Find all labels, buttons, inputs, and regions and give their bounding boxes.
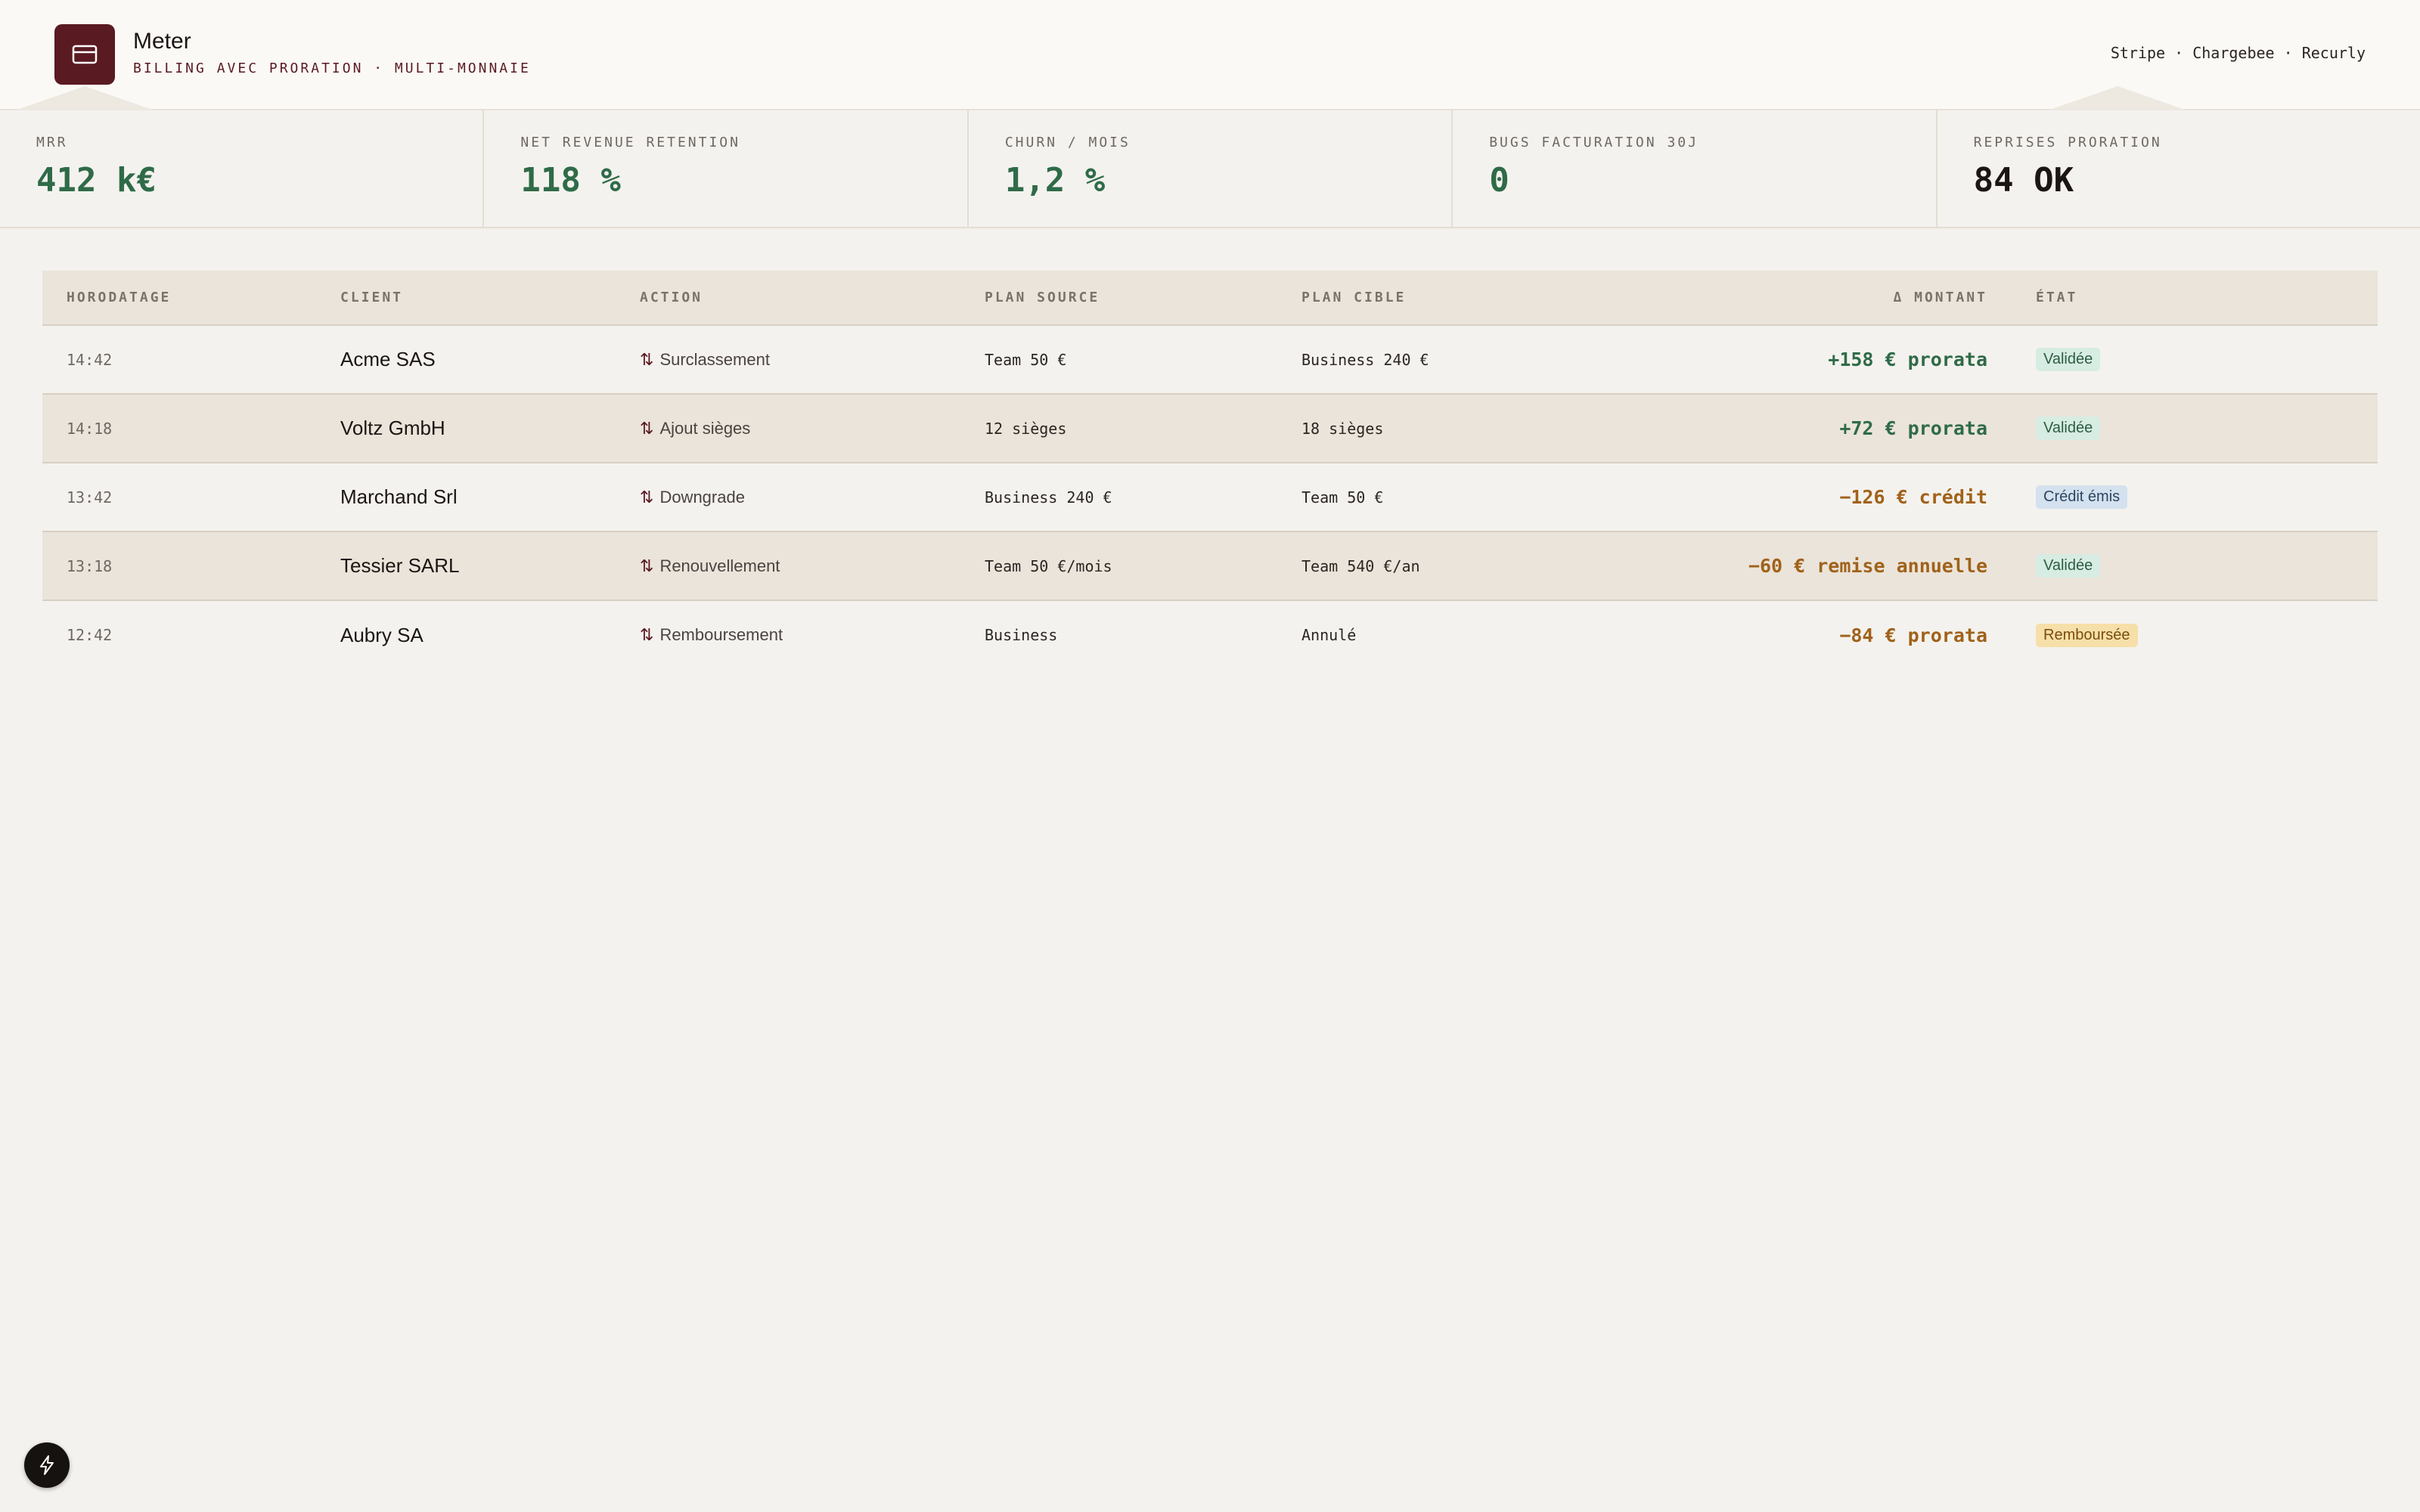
action-label: Ajout sièges xyxy=(659,418,751,438)
kpi-proration-replays: REPRISES PRORATION 84 OK xyxy=(1938,110,2420,227)
column-header-action[interactable]: ACTION xyxy=(616,271,960,326)
kpi-bar: MRR 412 k€ NET REVENUE RETENTION 118 % C… xyxy=(0,110,2420,228)
cell-target-plan: Business 240 € xyxy=(1302,350,1429,369)
cell-timestamp: 13:42 xyxy=(67,488,113,507)
table-row[interactable]: 14:18 Voltz GmbH ⇅ Ajout sièges 12 sièges… xyxy=(42,394,2378,463)
header-decoration xyxy=(2048,86,2187,110)
column-header-amount-delta[interactable]: Δ MONTANT xyxy=(1594,271,2012,326)
header-decoration xyxy=(15,86,154,110)
cell-client: Marchand Srl xyxy=(340,485,458,508)
action-label: Remboursement xyxy=(659,625,783,644)
column-header-target-plan[interactable]: PLAN CIBLE xyxy=(1277,271,1594,326)
kpi-value: 412 k€ xyxy=(36,161,157,200)
app-title: Meter xyxy=(133,29,191,54)
app-logo[interactable] xyxy=(54,24,115,85)
column-header-client[interactable]: CLIENT xyxy=(316,271,616,326)
kpi-mrr: MRR 412 k€ xyxy=(0,110,485,227)
swap-vertical-icon: ⇅ xyxy=(640,350,654,370)
cell-timestamp: 14:18 xyxy=(67,419,113,438)
cell-target-plan: Team 540 €/an xyxy=(1302,556,1420,575)
status-badge: Validée xyxy=(2036,554,2101,578)
status-badge: Remboursée xyxy=(2036,623,2138,647)
cell-action: ⇅ Renouvellement xyxy=(616,531,960,600)
cell-amount-delta: −84 € prorata xyxy=(1839,624,1987,646)
swap-vertical-icon: ⇅ xyxy=(640,626,654,645)
cell-timestamp: 12:42 xyxy=(67,626,113,644)
status-badge: Crédit émis xyxy=(2036,485,2128,509)
column-header-timestamp[interactable]: HORODATAGE xyxy=(42,271,316,326)
kpi-value: 84 OK xyxy=(1973,161,2074,200)
action-label: Downgrade xyxy=(659,487,745,507)
lightning-icon xyxy=(40,1455,54,1475)
kpi-label: REPRISES PRORATION xyxy=(1973,135,2162,150)
table-row[interactable]: 14:42 Acme SAS ⇅ Surclassement Team 50 € … xyxy=(42,325,2378,394)
table-row[interactable]: 12:42 Aubry SA ⇅ Remboursement Business A… xyxy=(42,600,2378,669)
kpi-value: 118 % xyxy=(520,161,621,200)
cell-target-plan: Team 50 € xyxy=(1302,488,1384,507)
cell-action: ⇅ Downgrade xyxy=(616,463,960,531)
kpi-label: NET REVENUE RETENTION xyxy=(520,135,740,150)
app-subtitle: BILLING AVEC PRORATION · MULTI-MONNAIE xyxy=(133,60,531,76)
kpi-label: CHURN / MOIS xyxy=(1004,135,1131,150)
cell-action: ⇅ Surclassement xyxy=(616,325,960,394)
cell-status: Remboursée xyxy=(2012,600,2378,669)
cell-amount-delta: +72 € prorata xyxy=(1839,417,1987,439)
cell-status: Validée xyxy=(2012,394,2378,463)
kpi-nrr: NET REVENUE RETENTION 118 % xyxy=(484,110,969,227)
quick-action-button[interactable] xyxy=(24,1442,70,1488)
cell-action: ⇅ Remboursement xyxy=(616,600,960,669)
cell-amount-delta: +158 € prorata xyxy=(1828,349,1987,370)
table-row[interactable]: 13:18 Tessier SARL ⇅ Renouvellement Team … xyxy=(42,531,2378,600)
kpi-value: 0 xyxy=(1489,161,1509,200)
cell-action: ⇅ Ajout sièges xyxy=(616,394,960,463)
cell-client: Voltz GmbH xyxy=(340,417,445,439)
cell-timestamp: 13:18 xyxy=(67,556,113,575)
action-label: Renouvellement xyxy=(659,556,780,575)
app-header: Meter BILLING AVEC PRORATION · MULTI-MON… xyxy=(0,0,2420,110)
cell-source-plan: 12 sièges xyxy=(985,419,1067,438)
cell-source-plan: Business 240 € xyxy=(985,488,1112,507)
kpi-label: BUGS FACTURATION 30J xyxy=(1489,135,1699,150)
swap-vertical-icon: ⇅ xyxy=(640,419,654,438)
column-header-status[interactable]: ÉTAT xyxy=(2012,271,2378,326)
events-table: HORODATAGE CLIENT ACTION PLAN SOURCE PLA… xyxy=(42,271,2378,669)
status-badge: Validée xyxy=(2036,348,2101,371)
cell-target-plan: Annulé xyxy=(1302,626,1357,644)
cell-target-plan: 18 sièges xyxy=(1302,419,1384,438)
cell-timestamp: 14:42 xyxy=(67,350,113,369)
cell-source-plan: Business xyxy=(985,626,1058,644)
events-table-container: HORODATAGE CLIENT ACTION PLAN SOURCE PLA… xyxy=(42,271,2378,669)
kpi-value: 1,2 % xyxy=(1004,161,1106,200)
cell-client: Aubry SA xyxy=(340,623,424,646)
cell-source-plan: Team 50 € xyxy=(985,350,1067,369)
table-header-row: HORODATAGE CLIENT ACTION PLAN SOURCE PLA… xyxy=(42,271,2378,326)
cell-client: Acme SAS xyxy=(340,348,436,370)
providers-list: Stripe · Chargebee · Recurly xyxy=(2110,44,2366,62)
action-label: Surclassement xyxy=(659,349,770,369)
swap-vertical-icon: ⇅ xyxy=(640,556,654,576)
cell-status: Validée xyxy=(2012,325,2378,394)
table-row[interactable]: 13:42 Marchand Srl ⇅ Downgrade Business 2… xyxy=(42,463,2378,531)
cell-status: Validée xyxy=(2012,531,2378,600)
cell-amount-delta: −60 € remise annuelle xyxy=(1748,555,1987,577)
credit-card-icon xyxy=(72,45,98,64)
column-header-source-plan[interactable]: PLAN SOURCE xyxy=(960,271,1277,326)
cell-client: Tessier SARL xyxy=(340,554,460,577)
cell-status: Crédit émis xyxy=(2012,463,2378,531)
swap-vertical-icon: ⇅ xyxy=(640,488,654,507)
status-badge: Validée xyxy=(2036,417,2101,440)
cell-amount-delta: −126 € crédit xyxy=(1839,486,1987,508)
kpi-billing-bugs: BUGS FACTURATION 30J 0 xyxy=(1453,110,1938,227)
cell-source-plan: Team 50 €/mois xyxy=(985,556,1112,575)
kpi-label: MRR xyxy=(36,135,68,150)
kpi-churn: CHURN / MOIS 1,2 % xyxy=(969,110,1454,227)
